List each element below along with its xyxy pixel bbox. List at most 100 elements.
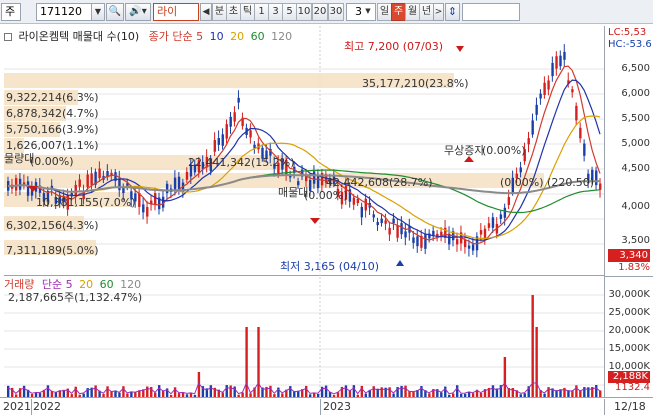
stock-name-field[interactable]: 라이 [153,3,199,21]
time-axis[interactable]: 2021 2022 2023 12/18 [0,397,653,415]
period-tab-label: 1 [258,6,265,17]
price-tick: 4,500 [621,163,650,174]
volume-bar [535,327,538,397]
candle-body [599,183,602,190]
collapse-box-icon[interactable] [4,33,12,41]
candle-body [229,116,232,127]
chart-title: 라이온켐텍 매물대 수(10) [18,30,140,43]
price-chart-area[interactable]: 물량대 (0.00%) 9,322,214(6.3%) 6,878,342(4.… [4,26,604,276]
volume-bar [94,385,97,397]
ma-label: 종가 단순 [148,30,193,43]
candle-body [535,104,538,115]
candle-body [571,89,574,93]
candle-body [424,233,427,249]
volume-tick: 15,000K [608,343,650,354]
time-tick: 2023 [323,400,351,413]
candle-body [142,204,145,213]
volume-ma-60: 60 [99,278,114,291]
volume-bar [324,385,328,397]
time-divider [31,399,32,415]
volume-ma-20: 20 [79,278,94,291]
period-tab[interactable]: 분 [212,3,227,21]
ma-10-line [7,79,601,241]
period-tab[interactable]: 1 [254,3,269,21]
volume-bar [455,385,459,397]
change-pct: 1.83% [618,262,650,273]
period-tab[interactable]: 5 [282,3,297,21]
candle-body [316,174,320,189]
candle-body [78,179,81,187]
price-axis[interactable]: LC:5,53 HC:-53.6 6,500 6,000 5,500 5,000… [604,26,653,397]
candle-body [507,197,511,205]
price-tick: 5,000 [621,138,650,149]
volume-bar [547,387,550,397]
candle-body [555,56,558,69]
range-tab-day[interactable]: 일 [377,3,392,21]
profile-label: (0.00%) (220.50) [500,176,595,189]
range-tab-week[interactable]: 주 [391,3,406,21]
volume-bar [225,385,228,397]
candle-body [74,184,77,197]
candle-body [527,138,530,145]
volume-bar [229,385,232,397]
period-tab[interactable]: 초 [226,3,241,21]
period-tab[interactable]: 30 [328,3,344,21]
candle-body [487,223,491,228]
candle-body [400,223,403,235]
extra-input[interactable] [462,3,520,21]
period-tab[interactable]: 틱 [240,3,255,21]
ma-120-label: 120 [271,30,293,43]
period-tab[interactable]: 10 [296,3,312,21]
candle-body [86,174,89,188]
speaker-icon[interactable]: 🔊▾ [125,3,151,21]
range-tab-label: 주 [393,6,404,17]
updown-arrow-icon[interactable]: ⇕ [445,3,460,21]
price-tick: 6,500 [621,63,650,74]
chart-header: 라이온켐텍 매물대 수(10) 종가 단순 5 10 20 60 120 [4,29,292,45]
volume-bar [420,386,423,397]
profile-label: 7,311,189(5.0%) [6,244,99,257]
stock-name-label: 라이 [157,5,178,18]
chevron-down-icon[interactable]: ▼ [362,3,374,21]
stock-code-value: 171120 [40,5,82,18]
candle-body [98,168,101,179]
prev-arrow-icon[interactable]: ◀ [200,3,212,21]
candle-body [146,207,149,217]
candle-body [404,231,407,238]
candle-body [185,171,189,180]
next-arrow-icon[interactable]: > [433,3,444,21]
period-tab[interactable]: 3 [268,3,283,21]
volume-chart-area[interactable]: 거래량 단순 5 20 60 120 2,187,665주(1,132.47%) [4,277,604,397]
volume-tick: 25,000K [608,307,650,318]
volume-bar [269,385,272,397]
candle-body [217,138,220,145]
stock-dropdown-icon[interactable]: ▼ [91,3,105,21]
candle-body [579,127,582,139]
volume-title: 거래량 [4,278,35,291]
candle-body [154,193,157,206]
candle-body [547,80,550,90]
candle-body [455,239,459,245]
range-tab-month[interactable]: 월 [405,3,420,21]
stock-code-input[interactable]: 171120 [36,3,92,21]
candle-body [372,214,375,218]
candle-body [118,178,121,191]
ma-60-label: 60 [250,30,265,43]
volume-bar [106,386,109,397]
candle-body [432,230,435,236]
market-select[interactable]: 주 [1,3,21,21]
candle-body [177,176,181,190]
period-value: 3 [355,5,362,18]
volume-bar [344,385,348,397]
candle-body [519,167,522,173]
period-tab-label: 30 [329,6,343,17]
current-price-tag: 3,340 [608,249,650,262]
period-tab[interactable]: 20 [312,3,328,21]
range-tab-year[interactable]: 년 [419,3,434,21]
profile-label: 6,302,156(4.3%) [6,219,99,232]
price-tick: 3,500 [621,235,650,246]
profile-label: (0.00%) [30,155,74,168]
ma-10-label: 10 [209,30,224,43]
search-icon[interactable]: 🔍 [106,3,124,21]
candle-body [539,93,542,99]
